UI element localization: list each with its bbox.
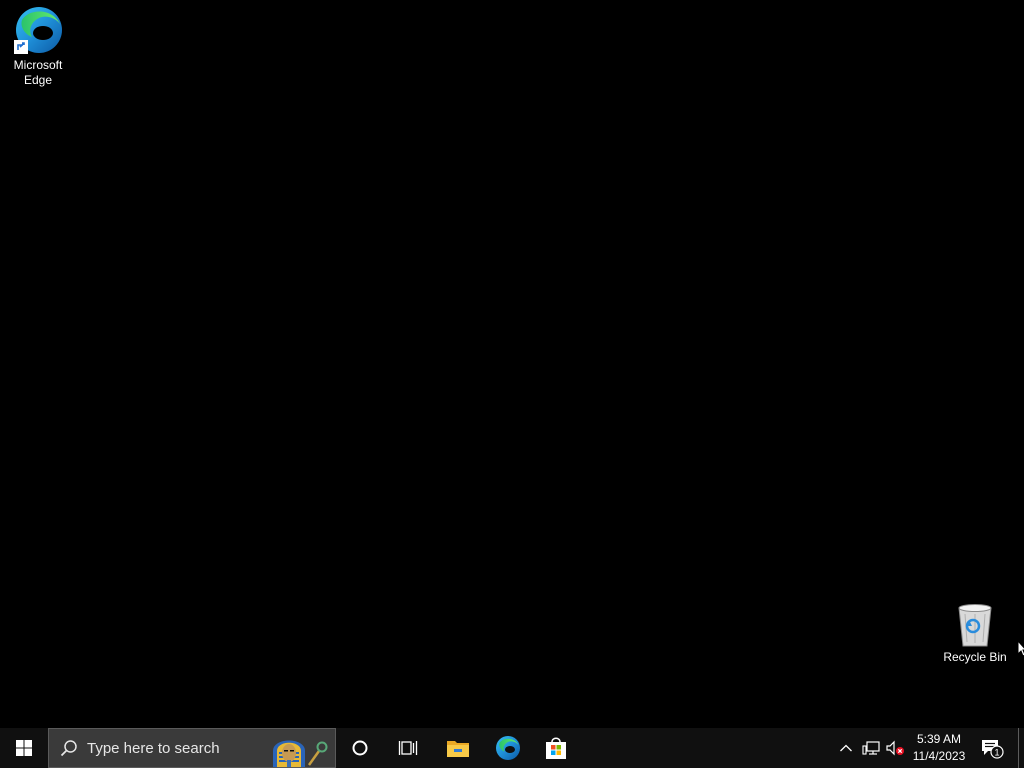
- microsoft-store-icon: [546, 737, 566, 759]
- notification-icon: 1: [982, 740, 1004, 759]
- desktop-icon-microsoft-edge[interactable]: Microsoft Edge: [0, 4, 76, 88]
- volume-button[interactable]: [884, 728, 906, 768]
- mouse-cursor-icon: [1017, 640, 1024, 657]
- action-center-button[interactable]: 1: [978, 728, 1006, 768]
- start-button[interactable]: [0, 728, 48, 768]
- clock-date: 11/4/2023: [912, 749, 966, 763]
- volume-muted-icon: [886, 740, 904, 756]
- taskbar-edge-button[interactable]: [484, 728, 532, 768]
- network-icon: [862, 741, 880, 755]
- cortana-icon: [352, 740, 368, 756]
- cortana-button[interactable]: [336, 728, 384, 768]
- search-highlight-pharaoh-icon: [273, 740, 328, 767]
- chevron-up-icon: [840, 744, 852, 752]
- clock-time: 5:39 AM: [916, 732, 962, 746]
- task-view-button[interactable]: [384, 728, 432, 768]
- task-view-icon: [398, 741, 418, 755]
- microsoft-edge-icon: [14, 7, 62, 54]
- microsoft-edge-icon: [496, 736, 520, 760]
- microsoft-store-button[interactable]: [532, 728, 580, 768]
- show-desktop-button[interactable]: [1018, 728, 1024, 768]
- search-icon: [60, 739, 78, 757]
- recycle-bin-icon: [958, 604, 992, 647]
- desktop-icon-label: Microsoft: [13, 58, 63, 72]
- network-button[interactable]: [860, 728, 882, 768]
- search-placeholder: Type here to search: [87, 739, 220, 757]
- taskbar: Type here to search 5:39 AM 11/4/2023 1: [0, 728, 1024, 768]
- desktop-icon-recycle-bin[interactable]: Recycle Bin: [937, 602, 1013, 665]
- show-hidden-icons-button[interactable]: [836, 728, 856, 768]
- desktop-icon-label: Recycle Bin: [943, 650, 1007, 664]
- taskbar-clock[interactable]: 5:39 AM 11/4/2023: [908, 728, 970, 768]
- file-explorer-icon: [447, 741, 469, 757]
- desktop[interactable]: Microsoft Edge Recycle Bin: [0, 0, 1024, 728]
- windows-logo-icon: [16, 740, 32, 756]
- file-explorer-button[interactable]: [434, 728, 482, 768]
- notification-count-badge: 1: [994, 748, 999, 758]
- taskbar-search-box[interactable]: Type here to search: [48, 728, 336, 768]
- desktop-icon-label: Edge: [23, 73, 53, 87]
